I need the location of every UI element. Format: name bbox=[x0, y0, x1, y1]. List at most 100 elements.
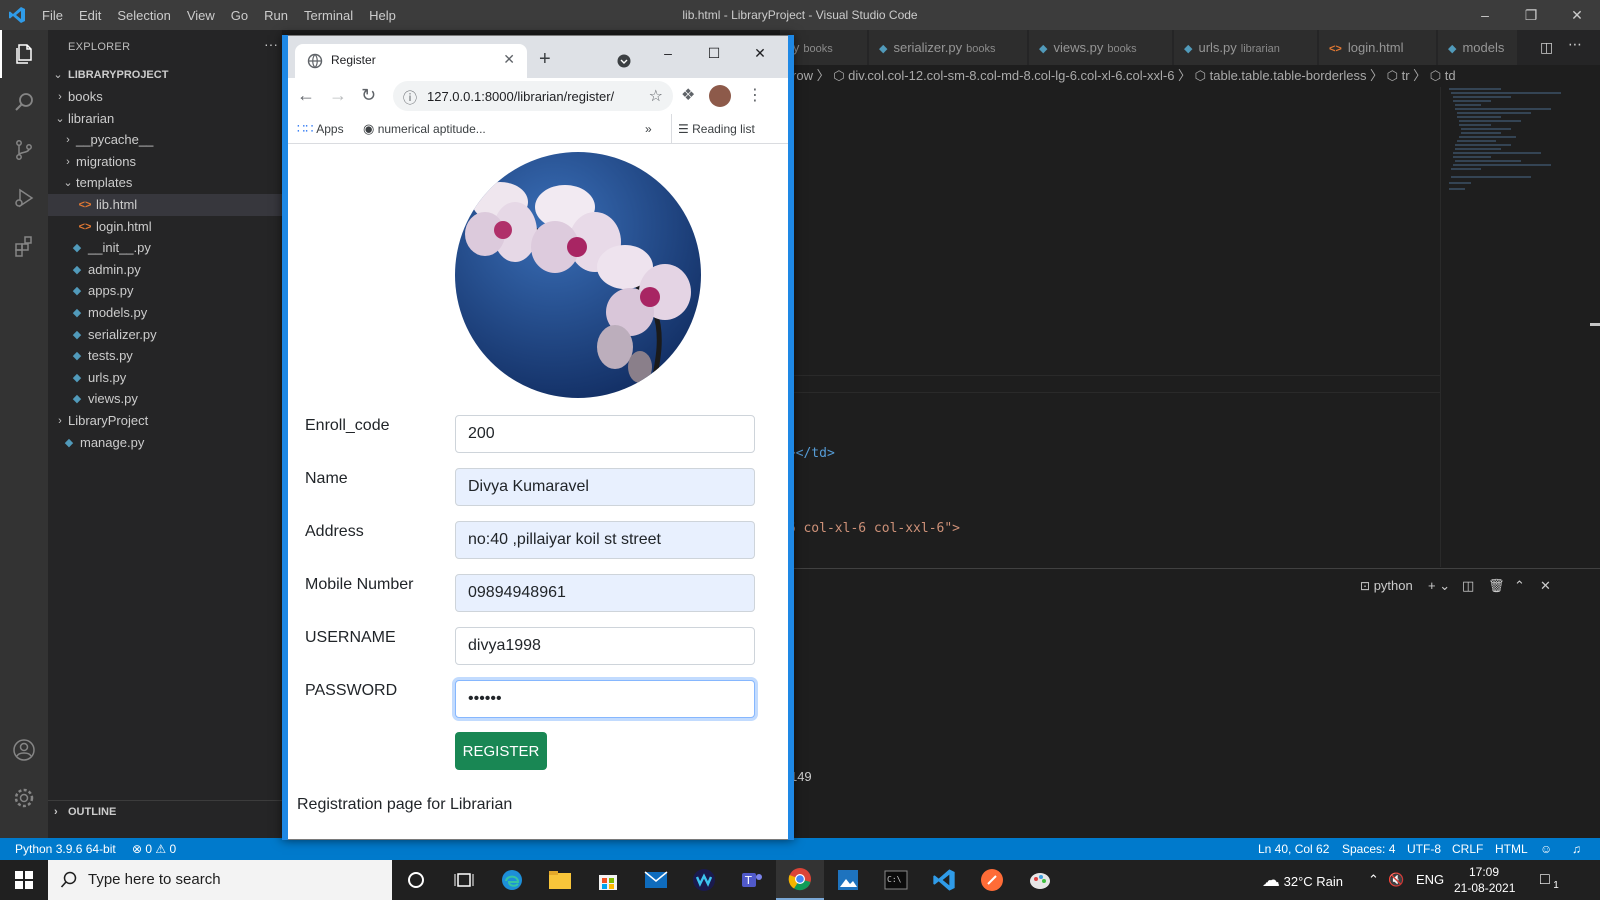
menu-selection[interactable]: Selection bbox=[109, 8, 178, 23]
split-terminal-icon[interactable]: ◫ bbox=[1462, 575, 1474, 597]
new-tab-button[interactable]: + bbox=[539, 49, 551, 69]
input-language[interactable]: ENG bbox=[1416, 860, 1444, 900]
python-interpreter[interactable]: Python 3.9.6 64-bit bbox=[15, 838, 116, 860]
tree-item[interactable]: ◆ models.py bbox=[48, 302, 282, 324]
task-view-icon[interactable] bbox=[440, 860, 488, 900]
settings-gear-icon[interactable] bbox=[0, 774, 48, 822]
tree-item[interactable]: ◆ manage.py bbox=[48, 432, 282, 454]
outline-section[interactable]: › OUTLINE bbox=[48, 800, 282, 822]
field-input-mobile-number[interactable]: 09894948961 bbox=[455, 574, 755, 612]
windows-start-icon[interactable] bbox=[0, 860, 48, 900]
tree-item[interactable]: ⌄ templates bbox=[48, 172, 282, 194]
vscode-taskbar-icon[interactable] bbox=[920, 860, 968, 900]
field-input-address[interactable]: no:40 ,pillaiyar koil st street bbox=[455, 521, 755, 559]
feedback-icon[interactable]: ☺ bbox=[1540, 838, 1552, 860]
weather-widget[interactable]: ☁ 32°C Rain bbox=[1262, 860, 1343, 900]
terminal-selector[interactable]: ⊡ python bbox=[1360, 575, 1413, 597]
minimap[interactable] bbox=[1440, 87, 1590, 567]
search-icon[interactable] bbox=[0, 78, 48, 126]
reading-list[interactable]: ☰ Reading list bbox=[671, 114, 755, 144]
profile-avatar[interactable] bbox=[709, 85, 731, 107]
field-input-password[interactable]: •••••• bbox=[455, 680, 755, 718]
menu-file[interactable]: File bbox=[34, 8, 71, 23]
tree-item[interactable]: ◆ apps.py bbox=[48, 280, 282, 302]
chrome-icon[interactable] bbox=[776, 860, 824, 900]
code-editor[interactable]: ▷ m></td> -6 col-xl-6 col-xxl-6"> bbox=[780, 87, 1440, 567]
menu-terminal[interactable]: Terminal bbox=[296, 8, 361, 23]
restore-button[interactable]: ❐ bbox=[1508, 0, 1554, 30]
tree-item[interactable]: ◆ views.py bbox=[48, 388, 282, 410]
close-panel-icon[interactable]: ✕ bbox=[1540, 575, 1551, 597]
encoding[interactable]: UTF-8 bbox=[1407, 838, 1441, 860]
chevron-up-icon[interactable]: ⌃ bbox=[1514, 575, 1525, 597]
register-button[interactable]: REGISTER bbox=[455, 732, 547, 770]
new-terminal-icon[interactable]: + ⌄ bbox=[1428, 575, 1450, 597]
field-input-username[interactable]: divya1998 bbox=[455, 627, 755, 665]
menu-go[interactable]: Go bbox=[223, 8, 256, 23]
reload-icon[interactable]: ↻ bbox=[361, 86, 376, 104]
cortana-icon[interactable] bbox=[392, 860, 440, 900]
tab-models[interactable]: ◆ models bbox=[1438, 30, 1518, 65]
explorer-icon[interactable] bbox=[0, 30, 48, 78]
tree-item[interactable]: › books bbox=[48, 86, 282, 108]
tray-chevron-up-icon[interactable]: ⌃ bbox=[1368, 860, 1379, 900]
tree-item[interactable]: › migrations bbox=[48, 151, 282, 173]
tree-item[interactable]: ◆ urls.py bbox=[48, 367, 282, 389]
field-input-enroll-code[interactable]: 200 bbox=[455, 415, 755, 453]
menu-run[interactable]: Run bbox=[256, 8, 296, 23]
breadcrumb[interactable]: iv.row 〉 ⬡ div.col.col-12.col-sm-8.col-m… bbox=[780, 65, 1600, 87]
menu-help[interactable]: Help bbox=[361, 8, 404, 23]
minimize-button[interactable]: – bbox=[1462, 0, 1508, 30]
field-input-name[interactable]: Divya Kumaravel bbox=[455, 468, 755, 506]
tree-item[interactable]: ◆ tests.py bbox=[48, 345, 282, 367]
paint-icon[interactable] bbox=[1016, 860, 1064, 900]
tree-item[interactable]: <> login.html bbox=[48, 216, 282, 238]
notifications-icon[interactable]: □ 1 bbox=[1540, 860, 1559, 900]
editor-scrollbar[interactable] bbox=[1590, 87, 1600, 567]
volume-muted-icon[interactable]: 🔇 bbox=[1388, 860, 1404, 900]
edge-icon[interactable] bbox=[488, 860, 536, 900]
taskbar-search[interactable]: Type here to search bbox=[48, 860, 392, 900]
project-root[interactable]: ⌄ LIBRARYPROJECT bbox=[48, 64, 282, 86]
tab-urls[interactable]: ◆ urls.py librarian bbox=[1174, 30, 1318, 65]
explorer-more-icon[interactable]: ··· bbox=[264, 36, 278, 52]
chrome-menu-icon[interactable]: ⋮ bbox=[747, 88, 763, 104]
more-actions-icon[interactable]: ⋯ bbox=[1568, 36, 1582, 53]
cursor-position[interactable]: Ln 40, Col 62 bbox=[1258, 838, 1329, 860]
bookmarks-overflow[interactable]: » bbox=[645, 114, 652, 144]
browser-tab-register[interactable]: Register ✕ bbox=[295, 44, 527, 78]
indentation[interactable]: Spaces: 4 bbox=[1342, 838, 1395, 860]
bookmark-star-icon[interactable]: ☆ bbox=[649, 86, 663, 106]
extensions-puzzle-icon[interactable]: ❖ bbox=[681, 88, 695, 104]
address-bar[interactable]: ⓘ 127.0.0.1:8000/librarian/register/ ☆ bbox=[393, 81, 673, 111]
tab-login[interactable]: <> login.html bbox=[1319, 30, 1437, 65]
tree-item[interactable]: ◆ admin.py bbox=[48, 259, 282, 281]
tree-item[interactable]: › LibraryProject bbox=[48, 410, 282, 432]
source-control-icon[interactable] bbox=[0, 126, 48, 174]
tab-serializer[interactable]: ◆ serializer.py books bbox=[869, 30, 1028, 65]
tree-item[interactable]: ◆ serializer.py bbox=[48, 324, 282, 346]
file-explorer-icon[interactable] bbox=[536, 860, 584, 900]
tree-item[interactable]: ◆ __init__.py bbox=[48, 237, 282, 259]
tab-close-icon[interactable]: ✕ bbox=[503, 51, 515, 68]
language-mode[interactable]: HTML bbox=[1495, 838, 1528, 860]
teams-icon[interactable]: T bbox=[728, 860, 776, 900]
tab-search-icon[interactable] bbox=[617, 54, 631, 68]
mail-icon[interactable] bbox=[632, 860, 680, 900]
bookmark-numerical-aptitude[interactable]: ◉ numerical aptitude... bbox=[363, 114, 486, 144]
bookmark-apps[interactable]: ∷∷ Apps bbox=[297, 114, 344, 144]
store-icon[interactable] bbox=[584, 860, 632, 900]
line-ending[interactable]: CRLF bbox=[1452, 838, 1483, 860]
info-icon[interactable]: ⓘ bbox=[403, 88, 417, 108]
tab-views[interactable]: ◆ views.py books bbox=[1029, 30, 1173, 65]
browser-close-button[interactable]: ✕ bbox=[737, 40, 783, 66]
trash-icon[interactable]: 🗑 bbox=[1488, 575, 1505, 597]
extensions-icon[interactable] bbox=[0, 222, 48, 270]
browser-maximize-button[interactable]: ☐ bbox=[691, 40, 737, 66]
tree-item[interactable]: › __pycache__ bbox=[48, 129, 282, 151]
tree-item[interactable]: ⌄ librarian bbox=[48, 108, 282, 130]
photos-icon[interactable] bbox=[824, 860, 872, 900]
webex-icon[interactable] bbox=[680, 860, 728, 900]
clock[interactable]: 17:09 21-08-2021 bbox=[1454, 864, 1515, 900]
tree-item[interactable]: <> lib.html bbox=[48, 194, 282, 216]
